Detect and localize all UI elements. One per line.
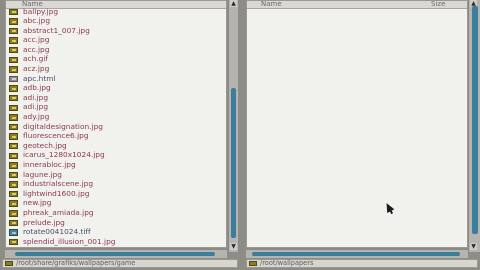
- column-header-size[interactable]: Size: [431, 0, 445, 8]
- file-name: prelude.jpg: [23, 217, 65, 227]
- left-path-bar[interactable]: /root/share/grafiks/wallpapers/game: [2, 259, 238, 268]
- directory-icon: [5, 261, 13, 266]
- right-horizontal-scrollbar[interactable]: [246, 249, 468, 258]
- file-name: apc.html: [23, 73, 56, 83]
- image-file-icon: [9, 171, 18, 179]
- file-name: phreak_amiada.jpg: [23, 207, 94, 217]
- file-name: ach.gif: [23, 54, 48, 64]
- image-file-icon: [9, 27, 18, 35]
- file-name: adi.jpg: [23, 92, 49, 102]
- image-file-icon: [9, 56, 18, 64]
- right-vertical-scrollbar[interactable]: ▲ ▼: [468, 0, 480, 252]
- image-file-icon: [9, 123, 18, 131]
- file-name: digitaldesignation.jpg: [23, 121, 103, 131]
- image-file-icon: [9, 104, 18, 112]
- left-path-text: /root/share/grafiks/wallpapers/game: [16, 259, 136, 267]
- left-file-list[interactable]: Name ballpy.jpg abc.jpg abstract1_007.jpg a…: [5, 0, 227, 248]
- right-list-header: Name Size: [247, 0, 467, 9]
- image-file-icon: [9, 46, 18, 54]
- file-name: ballpy.jpg: [23, 6, 59, 16]
- file-name: new.jpg: [23, 198, 52, 208]
- image-file-icon: [9, 200, 18, 207]
- file-name: abc.jpg: [23, 16, 51, 26]
- file-name: geotech.jpg: [23, 140, 67, 150]
- image-file-icon: [9, 238, 18, 246]
- image-file-icon: [9, 190, 18, 198]
- file-name: abstract1_007.jpg: [23, 25, 90, 35]
- file-name: acz.jpg: [23, 64, 50, 74]
- right-vertical-scroll-thumb[interactable]: [472, 6, 478, 234]
- right-file-pane: Name Size ▲ ▼ /root/wallpapers: [246, 0, 480, 270]
- right-path-text: /root/wallpapers: [260, 259, 314, 267]
- left-horizontal-scrollbar[interactable]: [5, 249, 227, 258]
- document-icon: [9, 75, 18, 83]
- file-name: ady.jpg: [23, 112, 50, 122]
- right-file-list[interactable]: Name Size: [246, 0, 468, 248]
- image-file-icon: [9, 18, 18, 25]
- image-file-icon: [9, 210, 18, 217]
- image-file-icon: [9, 114, 18, 121]
- left-file-pane: Name ballpy.jpg abc.jpg abstract1_007.jpg a…: [0, 0, 242, 270]
- image-file-icon: [9, 133, 18, 140]
- file-name: acc.jpg: [23, 35, 50, 45]
- file-name: splendid_illusion_001.jpg: [23, 236, 116, 246]
- folder-icon: [9, 8, 18, 16]
- right-horizontal-scroll-thumb[interactable]: [252, 252, 460, 256]
- file-name: lightwind1600.jpg: [23, 188, 90, 198]
- image-file-icon: [9, 66, 18, 73]
- image-file-icon: [9, 181, 18, 188]
- image-file-icon: [9, 162, 18, 169]
- file-name: acc.jpg: [23, 44, 50, 54]
- right-path-bar[interactable]: /root/wallpapers: [246, 259, 478, 268]
- image-file-icon: [9, 94, 18, 102]
- image-file-icon: [9, 152, 18, 159]
- file-name: lagune.jpg: [23, 169, 62, 179]
- scroll-up-icon[interactable]: ▲: [230, 0, 237, 7]
- left-file-rows: ballpy.jpg abc.jpg abstract1_007.jpg acc.jp…: [6, 7, 226, 247]
- image-file-icon: [9, 37, 18, 44]
- file-name: icarus_1280x1024.jpg: [23, 150, 105, 160]
- column-header-name[interactable]: Name: [261, 0, 282, 8]
- image-file-icon: [9, 142, 18, 150]
- file-name: adb.jpg: [23, 83, 51, 93]
- directory-icon: [249, 261, 257, 266]
- scroll-down-icon[interactable]: ▼: [230, 243, 237, 250]
- blue-file-icon: [9, 229, 18, 236]
- file-row[interactable]: splendid_illusion_001.jpg: [6, 237, 226, 247]
- left-vertical-scrollbar[interactable]: ▲ ▼: [228, 0, 238, 252]
- file-name: innerabloc.jpg: [23, 160, 76, 169]
- file-name: adi.jpg: [23, 102, 49, 112]
- image-file-icon: [9, 85, 18, 92]
- file-name: fluorescence6.jpg: [23, 131, 89, 141]
- file-name: industrialscene.jpg: [23, 179, 94, 189]
- file-name: rotate0041024.tiff: [23, 227, 91, 237]
- left-vertical-scroll-thumb[interactable]: [231, 88, 236, 238]
- left-horizontal-scroll-thumb[interactable]: [15, 252, 215, 256]
- scroll-down-icon[interactable]: ▼: [470, 243, 477, 250]
- image-file-icon: [9, 219, 18, 227]
